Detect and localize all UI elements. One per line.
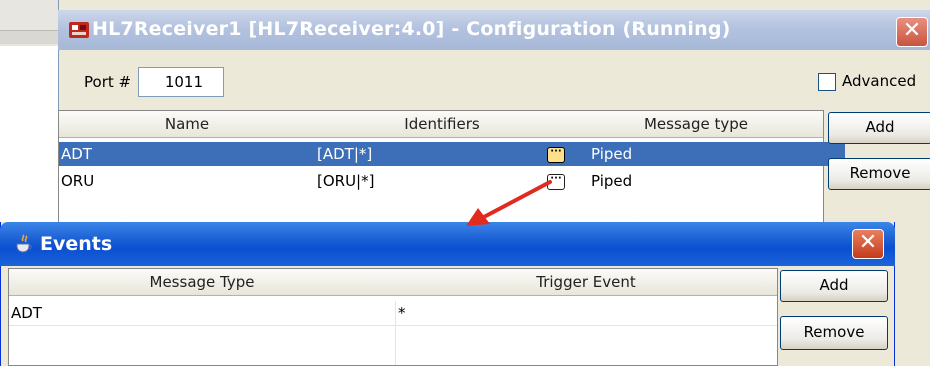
close-icon[interactable]: ✕ [896,17,928,47]
advanced-checkbox[interactable] [818,73,836,91]
cell-message-type[interactable]: Piped [569,169,845,193]
table-row[interactable]: ADT * [9,301,777,326]
column-header-name[interactable]: Name [59,111,316,138]
add-button[interactable]: Add [780,270,888,302]
remove-button[interactable]: Remove [780,316,888,350]
port-label: Port # [84,73,132,91]
close-icon[interactable]: ✕ [852,229,884,259]
remove-button[interactable]: Remove [828,158,930,190]
cell-message-type[interactable]: ADT [9,301,397,325]
cell-trigger-event[interactable]: * [395,301,780,325]
column-divider [395,325,396,365]
cell-name[interactable]: ORU [59,169,317,193]
advanced-label: Advanced [842,72,917,90]
port-input[interactable]: 1011 [138,67,224,97]
cell-name[interactable]: ADT [59,142,317,166]
column-header-trigger-event[interactable]: Trigger Event [395,269,777,296]
app-icon [69,22,89,38]
add-button[interactable]: Add [828,112,930,144]
events-title: Events [40,233,113,255]
cell-message-type[interactable]: Piped [569,142,845,166]
column-header-message-type[interactable]: Message Type [9,269,396,296]
column-header-message-type[interactable]: Message type [569,111,823,138]
annotation-arrow [466,180,552,226]
events-table: Message Type Trigger Event ADT * [8,268,778,366]
background-window-edge [0,30,58,44]
java-icon [16,234,32,253]
column-header-identifiers[interactable]: Identifiers [315,111,570,138]
configuration-titlebar[interactable]: HL7Receiver1 [HL7Receiver:4.0] - Configu… [58,10,930,50]
configuration-title: HL7Receiver1 [HL7Receiver:4.0] - Configu… [92,18,731,40]
